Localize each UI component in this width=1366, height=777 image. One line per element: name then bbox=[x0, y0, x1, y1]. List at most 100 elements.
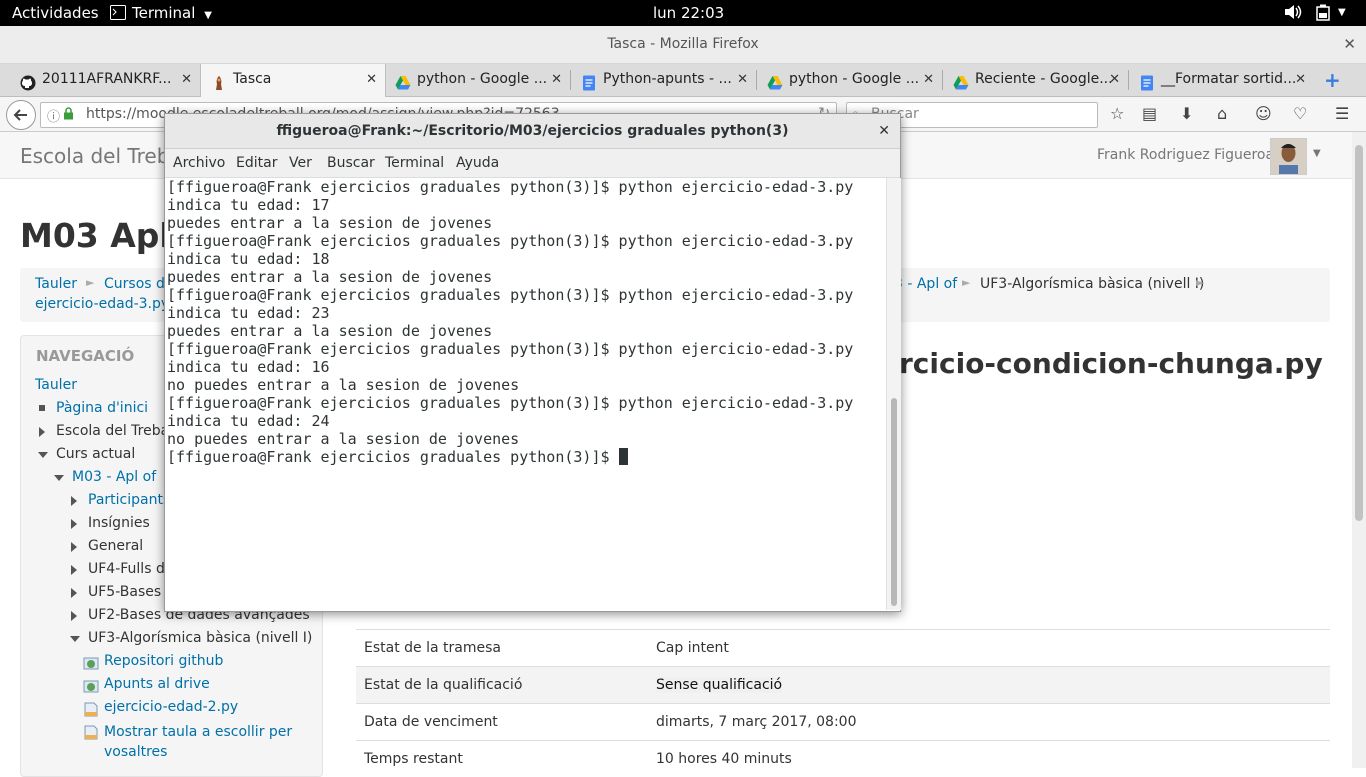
terminal-scrollbar[interactable] bbox=[886, 178, 901, 610]
close-icon[interactable]: ✕ bbox=[878, 114, 890, 148]
clock[interactable]: lun 22:03 bbox=[653, 4, 724, 22]
terminal-line: indica tu edad: 17 bbox=[167, 196, 330, 214]
chevron-down-icon: ▼ bbox=[204, 10, 212, 21]
user-name[interactable]: Frank Rodriguez Figueroa bbox=[1097, 147, 1274, 163]
pocket-icon[interactable]: ♡ bbox=[1293, 104, 1307, 123]
tab-tasca[interactable]: Tasca ✕ bbox=[200, 64, 386, 97]
text-cursor bbox=[618, 448, 628, 465]
breadcrumb-section[interactable]: UF3-Algorísmica bàsica (nivell I) bbox=[980, 276, 1204, 292]
nav-item-general[interactable]: General bbox=[88, 538, 143, 554]
menu-terminal[interactable]: Terminal bbox=[385, 155, 444, 171]
terminal-line: indica tu edad: 23 bbox=[167, 304, 330, 322]
nav-item-escola[interactable]: Escola del Treball bbox=[56, 423, 177, 439]
google-drive-icon bbox=[953, 72, 969, 90]
close-icon[interactable]: ✕ bbox=[923, 64, 934, 95]
terminal-title-bar[interactable]: ffigueroa@Frank:~/Escritorio/M03/ejercic… bbox=[165, 114, 900, 149]
nav-item-insignies[interactable]: Insígnies bbox=[88, 515, 150, 531]
moodle-icon bbox=[211, 72, 227, 90]
new-tab-plus-icon[interactable]: + bbox=[1324, 68, 1341, 92]
collapse-icon[interactable] bbox=[70, 636, 80, 642]
terminal-window[interactable]: ffigueroa@Frank:~/Escritorio/M03/ejercic… bbox=[164, 113, 901, 612]
expand-icon[interactable] bbox=[71, 588, 77, 598]
menu-ayuda[interactable]: Ayuda bbox=[456, 155, 499, 171]
page-scrollbar-thumb[interactable] bbox=[1355, 145, 1363, 521]
back-button[interactable] bbox=[6, 100, 36, 130]
terminal-line: no puedes entrar a la sesion de jovenes bbox=[167, 376, 520, 394]
user-menu-chevron-icon[interactable]: ▼ bbox=[1313, 148, 1321, 159]
expand-icon[interactable] bbox=[71, 519, 77, 529]
nav-item-curs-actual[interactable]: Curs actual bbox=[56, 446, 135, 462]
nav-item-apunts-drive[interactable]: Apunts al drive bbox=[104, 676, 210, 692]
home-icon[interactable]: ⌂ bbox=[1217, 104, 1227, 123]
nav-item-uf4[interactable]: UF4-Fulls de bbox=[88, 561, 173, 577]
tab-reciente[interactable]: Reciente - Google... ✕ bbox=[943, 64, 1128, 95]
terminal-scrollbar-thumb[interactable] bbox=[891, 398, 897, 606]
volume-icon[interactable] bbox=[1284, 4, 1302, 24]
terminal-line: puedes entrar a la sesion de jovenes bbox=[167, 268, 493, 286]
battery-icon[interactable] bbox=[1316, 4, 1330, 25]
download-icon[interactable]: ⬇ bbox=[1180, 104, 1193, 123]
reading-list-icon[interactable]: ▤ bbox=[1142, 104, 1157, 123]
breadcrumb-tauler[interactable]: Tauler bbox=[35, 276, 77, 292]
bookmark-star-icon[interactable]: ☆ bbox=[1110, 104, 1124, 123]
nav-item-participants[interactable]: Participants bbox=[88, 492, 170, 508]
gnome-top-bar: Actividades Terminal ▼ lun 22:03 ▼ bbox=[0, 0, 1366, 26]
close-icon[interactable]: ✕ bbox=[737, 64, 748, 95]
close-icon[interactable]: ✕ bbox=[366, 64, 377, 95]
tab-formatar[interactable]: __Formatar sortid... ✕ bbox=[1129, 64, 1314, 95]
table-row: Temps restant 10 hores 40 minuts bbox=[356, 740, 1330, 777]
expand-icon[interactable] bbox=[39, 427, 45, 437]
terminal-line: no puedes entrar a la sesion de jovenes bbox=[167, 430, 520, 448]
menu-editar[interactable]: Editar bbox=[236, 155, 277, 171]
system-menu-chevron-icon[interactable]: ▼ bbox=[1338, 7, 1346, 18]
nav-item-ejercicio-edad-2[interactable]: ejercicio-edad-2.py bbox=[104, 699, 238, 715]
breadcrumb-activity[interactable]: ejercicio-edad-3.py e bbox=[35, 296, 182, 312]
close-icon[interactable]: ✕ bbox=[1343, 26, 1356, 63]
tab-google-drive-python-2[interactable]: python - Google ... ✕ bbox=[757, 64, 942, 95]
chat-icon[interactable]: ☺ bbox=[1255, 104, 1272, 123]
info-icon[interactable]: ⓘ bbox=[47, 106, 60, 125]
google-docs-icon bbox=[581, 72, 597, 91]
close-icon[interactable]: ✕ bbox=[551, 64, 562, 95]
menu-ver[interactable]: Ver bbox=[289, 155, 312, 171]
table-row: Estat de la tramesa Cap intent bbox=[356, 629, 1330, 666]
close-icon[interactable]: ✕ bbox=[1109, 64, 1120, 95]
expand-icon[interactable] bbox=[71, 496, 77, 506]
collapse-icon[interactable] bbox=[54, 475, 64, 481]
expand-icon[interactable] bbox=[71, 542, 77, 552]
close-icon[interactable]: ✕ bbox=[1295, 64, 1306, 95]
menu-archivo[interactable]: Archivo bbox=[173, 155, 225, 171]
tab-google-drive-python[interactable]: python - Google ... ✕ bbox=[385, 64, 570, 95]
tab-python-apunts[interactable]: Python-apunts - ... ✕ bbox=[571, 64, 756, 95]
tab-strip: 20111AFRANKRF... ✕ Tasca ✕ python - Goog… bbox=[0, 64, 1366, 97]
tab-label: Python-apunts - ... bbox=[603, 71, 732, 87]
assignment-icon bbox=[83, 701, 99, 717]
terminal-menu-bar: Archivo Editar Ver Buscar Terminal Ayuda bbox=[165, 149, 900, 178]
nav-item-mostrar-taula[interactable]: Mostrar taula a escollir per vosaltres bbox=[104, 722, 294, 762]
app-menu-button[interactable]: Terminal ▼ bbox=[132, 4, 212, 22]
nav-item-pagina-inici[interactable]: Pàgina d'inici bbox=[56, 400, 148, 416]
hamburger-menu-icon[interactable]: ☰ bbox=[1335, 104, 1349, 123]
nav-item-tauler[interactable]: Tauler bbox=[35, 377, 77, 393]
nav-item-course[interactable]: M03 - Apl of bbox=[72, 469, 156, 485]
expand-icon[interactable] bbox=[71, 611, 77, 621]
tab-github[interactable]: 20111AFRANKRF... ✕ bbox=[10, 64, 200, 95]
avatar[interactable] bbox=[1270, 138, 1307, 175]
assignment-title: ercicio-condicion-chunga.py bbox=[880, 347, 1323, 380]
arrow-left-icon bbox=[13, 109, 27, 121]
tab-label: Tasca bbox=[233, 71, 272, 87]
terminal-prompt-line[interactable]: [ffigueroa@Frank ejercicios graduales py… bbox=[167, 448, 885, 466]
collapse-icon[interactable] bbox=[38, 452, 48, 458]
close-icon[interactable]: ✕ bbox=[181, 64, 192, 95]
breadcrumb-course[interactable]: 3 - Apl of bbox=[894, 276, 957, 292]
expand-icon[interactable] bbox=[71, 565, 77, 575]
breadcrumb-separator-icon: ► bbox=[962, 276, 971, 289]
row-label: Data de venciment bbox=[364, 714, 498, 730]
menu-buscar[interactable]: Buscar bbox=[327, 155, 375, 171]
terminal-line: [ffigueroa@Frank ejercicios graduales py… bbox=[167, 394, 854, 412]
nav-item-uf3[interactable]: UF3-Algorísmica bàsica (nivell I) bbox=[88, 630, 312, 646]
terminal-output[interactable]: [ffigueroa@Frank ejercicios graduales py… bbox=[167, 178, 885, 608]
activities-button[interactable]: Actividades bbox=[12, 4, 99, 22]
terminal-line: [ffigueroa@Frank ejercicios graduales py… bbox=[167, 340, 854, 358]
nav-item-repositori-github[interactable]: Repositori github bbox=[104, 653, 223, 669]
